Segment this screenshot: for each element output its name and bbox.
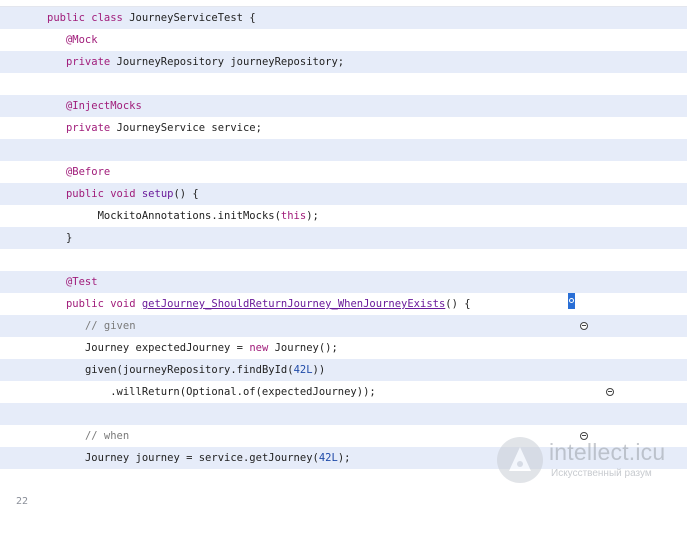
number-literal: 42L [318, 452, 338, 464]
code-line[interactable]: 16 Journey expectedJourney = new Journey… [0, 337, 687, 375]
code-text-rest: () { [173, 188, 199, 200]
keyword: void [110, 298, 136, 310]
code-line[interactable]: 14 public void getJourney_ShouldReturnJo… [0, 293, 687, 331]
code-text: given(journeyRepository.findById(42L)) [47, 359, 325, 381]
code-line[interactable]: 3 private JourneyRepository journeyRepos… [0, 51, 687, 89]
code-text-post: ); [337, 452, 351, 464]
line-number: 22 [15, 496, 28, 507]
code-text-rest: () { [445, 298, 471, 310]
comment: // given [84, 320, 136, 332]
annotation-marker-icon[interactable] [580, 322, 588, 330]
code-text: @InjectMocks [47, 95, 142, 117]
keyword: void [110, 188, 136, 200]
keyword: this [280, 210, 307, 222]
number-literal: 42L [293, 364, 313, 376]
code-line[interactable]: 7 [0, 139, 687, 177]
code-text-pre: Journey journey = service.getJourney( [84, 452, 319, 464]
code-line[interactable]: 10 MockitoAnnotations.initMocks(this); [0, 205, 687, 243]
code-text-post: Journey(); [268, 342, 338, 354]
code-text: private JourneyRepository journeyReposit… [47, 51, 344, 73]
annotation-marker-icon[interactable] [606, 388, 614, 396]
code-text: Journey journey = service.getJourney(42L… [47, 447, 351, 469]
watermark-title: intellect.icu [549, 439, 666, 465]
code-line[interactable]: 4 [0, 73, 687, 111]
code-line[interactable]: 11 } [0, 227, 687, 265]
code-text: @Before [47, 161, 110, 183]
intellect-logo-icon [497, 437, 543, 483]
code-text: // when [47, 425, 129, 447]
code-line[interactable]: 19 [0, 403, 687, 441]
code-line[interactable]: 8 @Before [0, 161, 687, 199]
watermark-subtitle: Искусственный разум [551, 468, 652, 479]
code-text-rest: JourneyService service; [110, 122, 262, 134]
code-text-pre: given(journeyRepository.findById( [84, 364, 294, 376]
keyword: class [91, 12, 123, 24]
code-text: Journey expectedJourney = new Journey(); [47, 337, 338, 359]
code-text: public void setup() { [47, 183, 199, 205]
code-text-pre: Journey expectedJourney = [84, 342, 250, 354]
comment: // when [84, 430, 130, 442]
code-text: private JourneyService service; [47, 117, 262, 139]
keyword: public [65, 298, 104, 310]
keyword: new [249, 342, 269, 354]
code-text: .willReturn(Optional.of(expectedJourney)… [47, 381, 376, 403]
code-text: public class JourneyServiceTest { [47, 7, 256, 29]
code-text-rest: { [243, 12, 256, 24]
code-text-post: )) [312, 364, 326, 376]
code-line[interactable]: 17 given(journeyRepository.findById(42L)… [0, 359, 687, 397]
annotation: @Mock [65, 34, 98, 46]
code-line[interactable]: 13 @Test [0, 271, 687, 309]
code-text: @Mock [47, 29, 98, 51]
code-text: } [47, 227, 72, 249]
code-text: public void getJourney_ShouldReturnJourn… [47, 293, 471, 315]
code-line[interactable]: 6 private JourneyService service; [0, 117, 687, 155]
keyword: public [47, 12, 85, 24]
annotation: @Before [65, 166, 111, 178]
code-text: MockitoAnnotations.initMocks(this); [47, 205, 319, 227]
keyword: public [65, 188, 104, 200]
code-line[interactable]: 2 @Mock [0, 29, 687, 67]
code-text-brace: } [65, 232, 73, 244]
keyword: private [65, 122, 111, 134]
watermark: intellect.icu Искусственный разум [497, 435, 683, 485]
code-text: @Test [47, 271, 98, 293]
code-line[interactable]: 1 public class JourneyServiceTest { [0, 7, 687, 45]
code-text: // given [47, 315, 136, 337]
code-editor[interactable]: 1 public class JourneyServiceTest { 2 @M… [0, 6, 687, 507]
code-line[interactable]: 5 @InjectMocks [0, 95, 687, 133]
code-line[interactable]: 12 [0, 249, 687, 287]
method-name: setup [141, 188, 174, 200]
code-text-chain: .willReturn(Optional.of(expectedJourney)… [110, 386, 376, 398]
code-text-rest: JourneyRepository journeyRepository; [110, 56, 345, 68]
class-name: JourneyServiceTest [129, 12, 243, 24]
method-name: getJourney_ShouldReturnJourney_WhenJourn… [141, 298, 446, 310]
annotation: @InjectMocks [65, 100, 142, 112]
keyword: private [65, 56, 111, 68]
code-text-post: ); [306, 210, 319, 222]
annotation: @Test [65, 276, 98, 288]
code-text-pre: MockitoAnnotations.initMocks( [97, 210, 281, 222]
code-line[interactable]: 18 .willReturn(Optional.of(expectedJourn… [0, 381, 687, 419]
text-cursor-icon [568, 293, 575, 309]
code-line[interactable]: 9 public void setup() { [0, 183, 687, 221]
